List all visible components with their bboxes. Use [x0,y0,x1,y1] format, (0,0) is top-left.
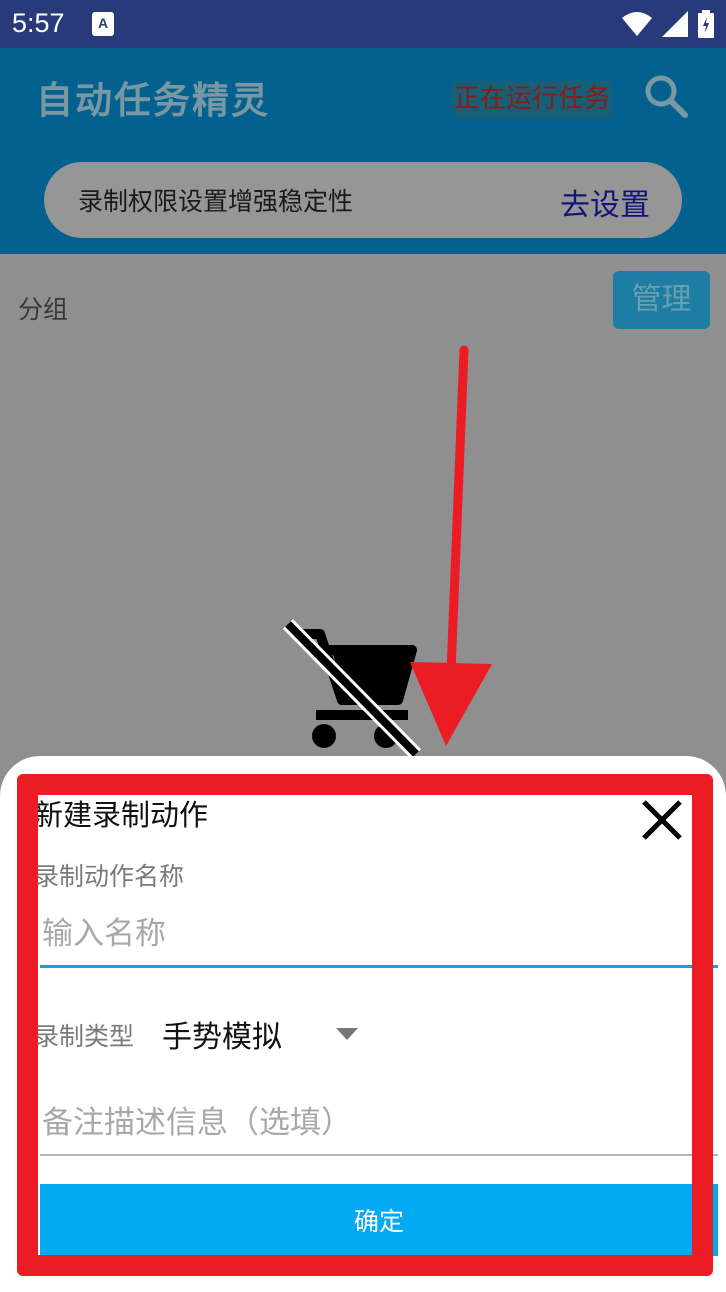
name-input[interactable] [40,908,718,968]
confirm-button[interactable]: 确定 [40,1184,718,1256]
app-notification-icon: A [92,12,114,36]
battery-icon [698,10,714,38]
running-tasks-button[interactable]: 正在运行任务 [452,81,613,118]
description-input[interactable] [40,1098,718,1156]
status-bar: 5:57 A [0,0,726,48]
search-icon[interactable] [642,72,690,120]
dialog-title: 新建录制动作 [34,798,209,832]
chevron-down-icon [336,1028,358,1040]
app-title: 自动任务精灵 [36,79,270,122]
app-bar: 自动任务精灵 正在运行任务 录制权限设置增强稳定性 去设置 [0,48,726,254]
manage-button[interactable]: 管理 [613,271,710,329]
banner-text: 录制权限设置增强稳定性 [78,187,354,216]
group-label: 分组 [18,295,69,324]
type-select[interactable]: 手势模拟 [162,1012,358,1056]
wifi-icon [622,12,652,36]
signal-icon [662,11,688,37]
type-select-value: 手势模拟 [162,1020,282,1055]
status-time: 5:57 [12,8,65,38]
close-icon[interactable] [640,798,684,842]
type-field-label: 录制类型 [34,1022,135,1051]
permission-banner: 录制权限设置增强稳定性 去设置 [44,162,682,238]
remove-shopping-cart-icon [283,619,421,759]
go-settings-link[interactable]: 去设置 [560,180,650,224]
status-icons [622,10,714,38]
name-field-label: 录制动作名称 [34,862,185,891]
